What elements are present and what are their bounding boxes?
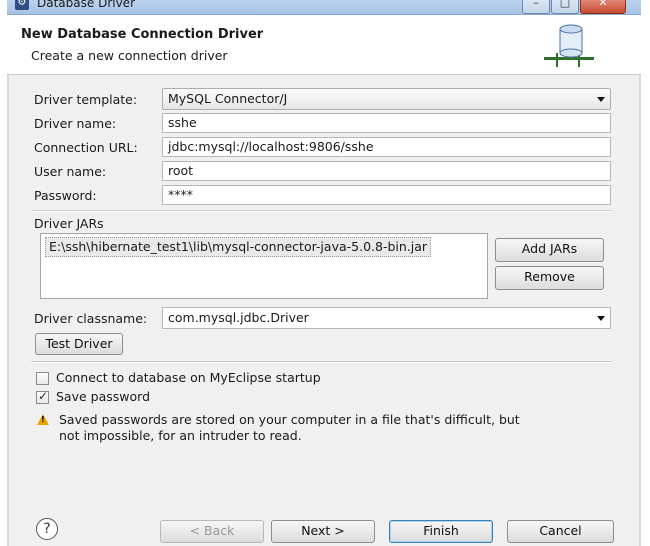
password-field[interactable]: **** — [162, 185, 611, 205]
driver-template-value: MySQL Connector/J — [168, 91, 288, 106]
connection-url-label: Connection URL: — [34, 140, 138, 155]
chevron-down-icon — [597, 97, 605, 102]
database-icon — [544, 24, 594, 67]
warning-text-line1: Saved passwords are stored on your compu… — [59, 412, 520, 427]
window-title: Database Driver — [37, 0, 135, 10]
driver-classname-label: Driver classname: — [34, 311, 148, 326]
banner-title: New Database Connection Driver — [21, 27, 264, 42]
driver-classname-value: com.mysql.jdbc.Driver — [168, 310, 309, 325]
help-icon[interactable]: ? — [36, 518, 58, 540]
chevron-down-icon — [597, 316, 605, 321]
maximize-button[interactable]: □ — [551, 0, 579, 14]
test-driver-button[interactable]: Test Driver — [35, 333, 123, 355]
database-driver-window: ⚙ Database Driver – □ ✕ New Database Con… — [7, 0, 641, 546]
driver-jars-label: Driver JARs — [34, 216, 104, 231]
driver-name-label: Driver name: — [34, 116, 117, 131]
cancel-button[interactable]: Cancel — [507, 520, 614, 543]
driver-classname-combo[interactable]: com.mysql.jdbc.Driver — [162, 307, 611, 329]
title-bar: ⚙ Database Driver – □ ✕ — [7, 0, 641, 15]
warning-icon: ! — [37, 414, 49, 425]
save-password-label: Save password — [56, 389, 151, 404]
right-border — [639, 75, 641, 546]
driver-name-field[interactable]: sshe — [162, 113, 611, 133]
driver-template-label: Driver template: — [34, 92, 138, 107]
warning-text-line2: not impossible, for an intruder to read. — [59, 428, 302, 443]
back-button[interactable]: < Back — [160, 520, 264, 543]
add-jars-button[interactable]: Add JARs — [495, 238, 604, 262]
separator — [31, 361, 611, 363]
finish-button[interactable]: Finish — [389, 520, 493, 543]
close-button[interactable]: ✕ — [580, 0, 626, 14]
driver-jars-list[interactable]: E:\ssh\hibernate_test1\lib\mysql-connect… — [40, 233, 488, 299]
wizard-banner: New Database Connection Driver Create a … — [7, 15, 641, 75]
password-label: Password: — [34, 188, 97, 203]
connect-on-startup-checkbox[interactable] — [36, 372, 49, 385]
app-icon: ⚙ — [15, 0, 29, 10]
separator — [31, 210, 611, 212]
connection-url-field[interactable]: jdbc:mysql://localhost:9806/sshe — [162, 137, 611, 157]
remove-button[interactable]: Remove — [495, 266, 604, 290]
user-name-label: User name: — [34, 164, 107, 179]
user-name-field[interactable]: root — [162, 161, 611, 181]
next-button[interactable]: Next > — [271, 520, 375, 543]
driver-template-select[interactable]: MySQL Connector/J — [162, 88, 611, 110]
wizard-body: Driver template: MySQL Connector/J Drive… — [7, 75, 641, 546]
save-password-checkbox[interactable] — [36, 389, 49, 404]
left-border — [7, 75, 9, 546]
banner-subtitle: Create a new connection driver — [31, 48, 228, 63]
minimize-button[interactable]: – — [522, 0, 550, 14]
list-item[interactable]: E:\ssh\hibernate_test1\lib\mysql-connect… — [45, 237, 432, 257]
connect-on-startup-label: Connect to database on MyEclipse startup — [56, 370, 321, 385]
